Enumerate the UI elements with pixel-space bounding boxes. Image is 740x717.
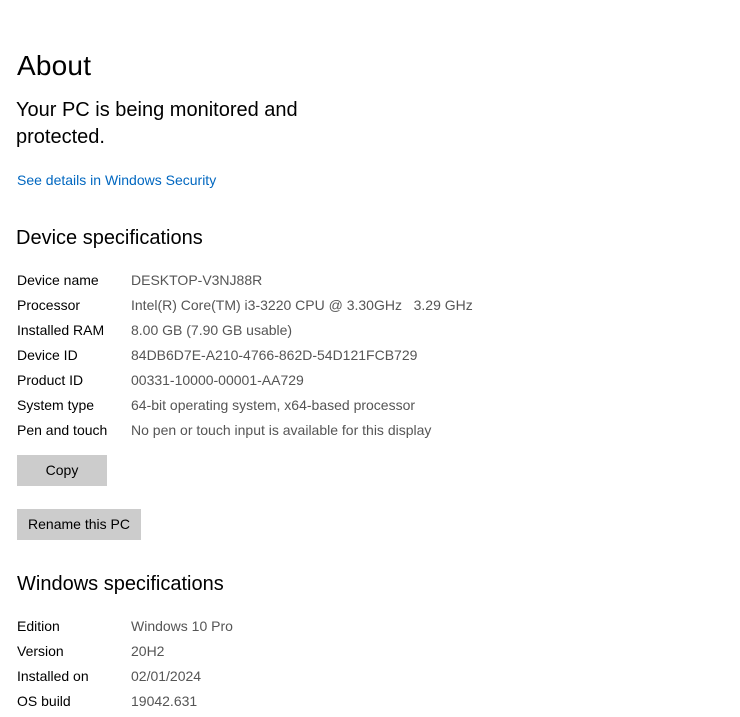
spec-value: Intel(R) Core(TM) i3-3220 CPU @ 3.30GHz …	[131, 297, 473, 313]
spec-label: Installed on	[17, 668, 89, 684]
spec-value: 02/01/2024	[131, 668, 202, 684]
spec-value: 84DB6D7E-A210-4766-862D-54D121FCB729	[131, 347, 418, 363]
device-specifications-heading: Device specifications	[16, 227, 203, 249]
spec-label: Edition	[17, 618, 60, 634]
security-status-text: Your PC is being monitored and protected…	[16, 99, 298, 148]
spec-value: Windows 10 Pro	[131, 618, 233, 634]
rename-pc-button[interactable]: Rename this PC	[17, 509, 141, 540]
spec-value: No pen or touch input is available for t…	[131, 422, 432, 438]
spec-value: 8.00 GB (7.90 GB usable)	[131, 322, 293, 338]
spec-label: Device name	[17, 272, 99, 288]
spec-label: Device ID	[17, 347, 78, 363]
page-title: About	[17, 50, 92, 81]
windows-security-link[interactable]: See details in Windows Security	[17, 171, 216, 189]
spec-label: Processor	[17, 297, 81, 313]
spec-value: 19042.631	[131, 693, 198, 709]
spec-value: 64-bit operating system, x64-based proce…	[131, 397, 416, 413]
spec-label: Pen and touch	[17, 422, 108, 438]
spec-label: System type	[17, 397, 95, 413]
about-page: About Your PC is being monitored and pro…	[0, 0, 740, 717]
spec-label: OS build	[17, 693, 71, 709]
copy-button[interactable]: Copy	[17, 455, 107, 486]
spec-label: Installed RAM	[17, 322, 105, 338]
windows-specifications-heading: Windows specifications	[17, 573, 224, 595]
spec-label: Version	[17, 643, 64, 659]
spec-label: Product ID	[17, 372, 84, 388]
spec-value: 00331-10000-00001-AA729	[131, 372, 304, 388]
spec-value: DESKTOP-V3NJ88R	[131, 272, 263, 288]
spec-value: 20H2	[131, 643, 165, 659]
